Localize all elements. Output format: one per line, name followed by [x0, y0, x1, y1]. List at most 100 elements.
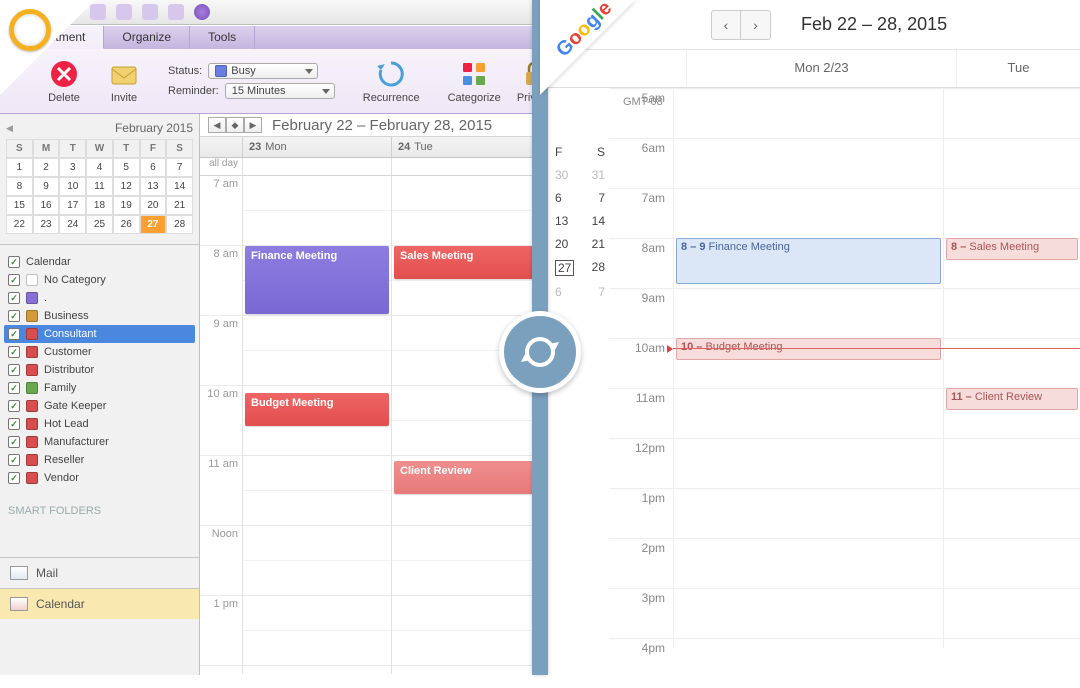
- time-slot[interactable]: [392, 526, 540, 561]
- time-slot[interactable]: [392, 561, 540, 596]
- mini-cal-day[interactable]: 27: [140, 215, 167, 234]
- category-item[interactable]: Gate Keeper: [4, 397, 195, 415]
- mini-cal-day[interactable]: 15: [6, 196, 33, 215]
- recurrence-button[interactable]: Recurrence: [355, 56, 428, 106]
- mini-cal-day[interactable]: 3: [59, 158, 86, 177]
- category-item[interactable]: Reseller: [4, 451, 195, 469]
- time-slot[interactable]: [674, 638, 943, 688]
- mini-cal-day[interactable]: 14: [166, 177, 193, 196]
- time-slot[interactable]: [674, 388, 943, 438]
- time-slot[interactable]: [243, 666, 391, 674]
- checkbox-icon[interactable]: [8, 364, 20, 376]
- category-item[interactable]: Business: [4, 307, 195, 325]
- mini-cal-day[interactable]: 18: [86, 196, 113, 215]
- time-slot[interactable]: [944, 338, 1080, 388]
- mini-cal-day[interactable]: 25: [86, 215, 113, 234]
- mini-day-row[interactable]: FS: [555, 145, 605, 159]
- sidebar-item-mail[interactable]: Mail: [0, 557, 199, 588]
- mini-day-row[interactable]: 2021: [555, 237, 605, 251]
- mini-day-row[interactable]: 3031: [555, 168, 605, 182]
- mini-cal-day[interactable]: 1: [6, 158, 33, 177]
- invite-button[interactable]: Invite: [100, 56, 148, 106]
- time-slot[interactable]: [944, 188, 1080, 238]
- time-slot[interactable]: [243, 351, 391, 386]
- prev-button[interactable]: ‹: [711, 10, 741, 40]
- time-slot[interactable]: [243, 456, 391, 491]
- time-slot[interactable]: [392, 176, 540, 211]
- google-grid[interactable]: 5am6am7am8am9am10am11am12pm1pm2pm3pm4pm …: [609, 88, 1080, 648]
- mini-cal-day[interactable]: 8: [6, 177, 33, 196]
- time-slot[interactable]: [392, 596, 540, 631]
- next-button[interactable]: ▶: [244, 117, 262, 133]
- checkbox-icon[interactable]: [8, 328, 20, 340]
- prev-button[interactable]: ◀: [208, 117, 226, 133]
- category-item[interactable]: Consultant: [4, 325, 195, 343]
- mini-cal-day[interactable]: 7: [166, 158, 193, 177]
- reminder-dropdown[interactable]: 15 Minutes: [225, 83, 335, 99]
- time-slot[interactable]: [674, 88, 943, 138]
- category-item[interactable]: Hot Lead: [4, 415, 195, 433]
- calendar-event[interactable]: 8 – 9 Finance Meeting: [676, 238, 941, 284]
- time-slot[interactable]: [674, 488, 943, 538]
- mini-cal-day[interactable]: 28: [166, 215, 193, 234]
- checkbox-icon[interactable]: [8, 400, 20, 412]
- calendar-event[interactable]: Budget Meeting: [245, 393, 389, 426]
- time-slot[interactable]: [243, 561, 391, 596]
- mini-cal-day[interactable]: 23: [33, 215, 60, 234]
- category-item[interactable]: .: [4, 289, 195, 307]
- time-slot[interactable]: [392, 386, 540, 421]
- qat-icon[interactable]: [142, 4, 158, 20]
- mini-day-row[interactable]: 67: [555, 191, 605, 205]
- mini-cal-day[interactable]: 4: [86, 158, 113, 177]
- mini-day-row[interactable]: 2728: [555, 260, 605, 276]
- category-item[interactable]: No Category: [4, 271, 195, 289]
- qat-icon[interactable]: [168, 4, 184, 20]
- time-slot[interactable]: [243, 596, 391, 631]
- tab-tools[interactable]: Tools: [190, 26, 255, 49]
- checkbox-icon[interactable]: [8, 454, 20, 466]
- category-item[interactable]: Distributor: [4, 361, 195, 379]
- time-slot[interactable]: [944, 88, 1080, 138]
- status-dropdown[interactable]: Busy: [208, 63, 318, 79]
- checkbox-icon[interactable]: [8, 436, 20, 448]
- mini-cal-day[interactable]: 19: [113, 196, 140, 215]
- time-slot[interactable]: [243, 176, 391, 211]
- checkbox-icon[interactable]: [8, 418, 20, 430]
- calendar-event[interactable]: Client Review: [394, 461, 538, 494]
- calendar-event[interactable]: 11 – Client Review: [946, 388, 1078, 410]
- today-button[interactable]: ◆: [226, 117, 244, 133]
- time-slot[interactable]: [243, 211, 391, 246]
- mini-cal-day[interactable]: 11: [86, 177, 113, 196]
- calendar-event[interactable]: Finance Meeting: [245, 246, 389, 314]
- time-slot[interactable]: [944, 288, 1080, 338]
- mini-calendar[interactable]: February 2015 SMTWTFS1234567891011121314…: [0, 114, 199, 245]
- checkbox-icon[interactable]: [8, 472, 20, 484]
- time-slot[interactable]: [674, 288, 943, 338]
- time-slot[interactable]: [944, 488, 1080, 538]
- time-slot[interactable]: [674, 138, 943, 188]
- mini-cal-day[interactable]: 5: [113, 158, 140, 177]
- time-slot[interactable]: [674, 438, 943, 488]
- mini-cal-day[interactable]: 26: [113, 215, 140, 234]
- time-slot[interactable]: [392, 491, 540, 526]
- time-slot[interactable]: [944, 438, 1080, 488]
- time-slot[interactable]: [944, 538, 1080, 588]
- calendar-event[interactable]: Sales Meeting: [394, 246, 538, 279]
- checkbox-icon[interactable]: [8, 310, 20, 322]
- mini-cal-day[interactable]: 21: [166, 196, 193, 215]
- time-slot[interactable]: [392, 211, 540, 246]
- mini-cal-day[interactable]: 13: [140, 177, 167, 196]
- category-item[interactable]: Vendor: [4, 469, 195, 487]
- category-item[interactable]: Family: [4, 379, 195, 397]
- checkbox-icon[interactable]: [8, 274, 20, 286]
- mini-cal-day[interactable]: 10: [59, 177, 86, 196]
- category-item[interactable]: Manufacturer: [4, 433, 195, 451]
- calendar-event[interactable]: 8 – Sales Meeting: [946, 238, 1078, 260]
- time-slot[interactable]: [243, 421, 391, 456]
- mini-day-row[interactable]: 67: [555, 285, 605, 299]
- time-slot[interactable]: [944, 138, 1080, 188]
- time-slot[interactable]: [243, 526, 391, 561]
- time-slot[interactable]: [392, 631, 540, 666]
- calendar-event[interactable]: 10 – Budget Meeting: [676, 338, 941, 360]
- time-slot[interactable]: [392, 281, 540, 316]
